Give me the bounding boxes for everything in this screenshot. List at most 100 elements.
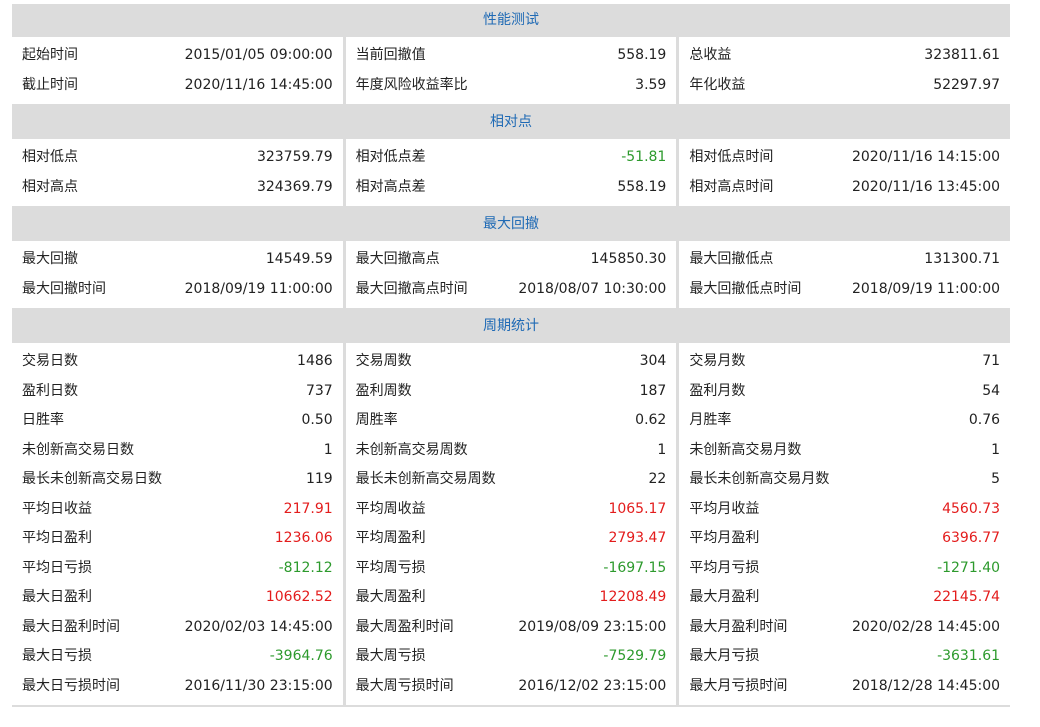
stat-label: 截止时间	[22, 76, 78, 93]
stat-value: 4560.73	[942, 500, 1001, 517]
stat-row: 盈利日数 737	[22, 377, 333, 407]
stat-row: 相对低点差 -51.81	[356, 143, 667, 173]
stat-row: 最大月亏损 -3631.61	[689, 642, 1000, 672]
stat-row: 月胜率 0.76	[689, 406, 1000, 436]
stat-value: 1	[323, 441, 333, 458]
stat-label: 平均日盈利	[22, 530, 92, 546]
stat-label: 年化收益	[689, 76, 746, 93]
stat-label: 最大月亏损	[689, 648, 760, 664]
stat-value: 22	[648, 471, 667, 487]
stat-label: 起始时间	[22, 47, 78, 63]
stat-value: 737	[305, 382, 333, 399]
stat-value: 2020/11/16 14:45:00	[184, 76, 333, 93]
section-body: 相对低点 323759.79 相对高点 324369.79 相对低点差 -51.81 相对高…	[12, 139, 1011, 208]
stat-row: 年化收益 52297.97	[689, 71, 1000, 101]
section-header-max-drawdown: 最大回撤	[12, 208, 1010, 241]
stat-row: 未创新高交易周数 1	[356, 436, 667, 466]
section-body: 交易日数 1486 盈利日数 737 日胜率 0.50 未创新高交易日数 1 最长未创新高交易日…	[12, 343, 1011, 707]
stat-label: 相对低点差	[355, 149, 426, 165]
stat-row: 日胜率 0.50	[22, 406, 333, 436]
stat-value: -812.12	[278, 559, 333, 576]
stat-row: 最大回撤低点 131300.71	[689, 245, 1000, 275]
section-performance: 性能测试 起始时间 2015/01/05 09:00:00 截止时间 2020/11/…	[12, 4, 1011, 106]
stat-row: 平均月亏损 -1271.40	[689, 554, 1000, 584]
stat-value: 3.59	[635, 76, 667, 93]
stat-row: 未创新高交易日数 1	[22, 436, 333, 466]
stat-value: 558.19	[617, 178, 667, 195]
stats-column: 最大回撤高点 145850.30 最大回撤高点时间 2018/08/07 10:30:…	[345, 241, 677, 308]
stat-value: 5	[991, 471, 1001, 487]
stat-value: 10662.52	[265, 589, 333, 605]
stats-column: 交易日数 1486 盈利日数 737 日胜率 0.50 未创新高交易日数 1 最长未创新高交易日…	[12, 343, 343, 705]
stat-label: 相对低点时间	[689, 149, 774, 165]
stat-row: 相对低点时间 2020/11/16 14:15:00	[689, 143, 1000, 173]
stat-row: 最大回撤 14549.59	[22, 245, 333, 275]
stat-value: 1	[657, 441, 667, 458]
stat-value: 2018/09/19 11:00:00	[851, 280, 1001, 297]
stats-column: 起始时间 2015/01/05 09:00:00 截止时间 2020/11/16 14…	[12, 37, 343, 104]
stat-row: 最大日盈利 10662.52	[22, 583, 333, 613]
stats-column: 最大回撤 14549.59 最大回撤时间 2018/09/19 11:00:00	[12, 241, 343, 308]
stat-row: 最大回撤高点 145850.30	[356, 245, 667, 275]
stat-value: 1486	[297, 353, 333, 369]
stat-value: 2018/09/19 11:00:00	[184, 280, 333, 297]
stat-row: 最大周盈利时间 2019/08/09 23:15:00	[356, 613, 667, 643]
stat-row: 盈利月数 54	[689, 377, 1000, 407]
stat-label: 平均日收益	[22, 500, 92, 517]
stat-row: 最大月盈利时间 2020/02/28 14:45:00	[689, 613, 1000, 643]
section-max-drawdown: 最大回撤 最大回撤 14549.59 最大回撤时间 2018/09/19 11:00:…	[12, 208, 1011, 310]
section-header-period-stats: 周期统计	[12, 310, 1010, 343]
stat-label: 最大回撤低点时间	[689, 280, 802, 297]
stat-value: 2020/11/16 14:15:00	[851, 149, 1001, 165]
stat-value: 22145.74	[933, 589, 1001, 605]
stat-value: 2020/02/03 14:45:00	[184, 618, 333, 635]
stat-row: 当前回撤值 558.19	[356, 41, 667, 71]
stat-label: 最大周亏损时间	[355, 677, 454, 694]
stat-label: 最大日亏损	[22, 648, 92, 664]
stat-value: -3964.76	[269, 648, 333, 664]
stat-row: 最大回撤低点时间 2018/09/19 11:00:00	[689, 275, 1000, 305]
stat-row: 最大月盈利 22145.74	[689, 583, 1000, 613]
stat-label: 最长未创新高交易周数	[355, 471, 496, 487]
stat-row: 最大日亏损 -3964.76	[22, 642, 333, 672]
stat-value: 2016/12/02 23:15:00	[518, 677, 667, 694]
stat-label: 最大日亏损时间	[22, 677, 120, 694]
stat-row: 相对高点差 558.19	[356, 173, 667, 203]
stat-label: 平均日亏损	[22, 559, 92, 576]
stat-value: 2019/08/09 23:15:00	[518, 618, 667, 635]
stat-label: 盈利周数	[355, 382, 412, 399]
stat-label: 最大回撤高点	[355, 251, 440, 267]
stat-row: 最大月亏损时间 2018/12/28 14:45:00	[689, 672, 1000, 702]
stat-value: 304	[639, 353, 667, 369]
stat-value: 2020/11/16 13:45:00	[851, 178, 1001, 195]
section-header-performance: 性能测试	[12, 4, 1010, 37]
section-period-stats: 周期统计 交易日数 1486 盈利日数 737 日胜率 0.50 未创新高交易日数 1 最长未创…	[12, 310, 1011, 707]
stat-value: 71	[982, 353, 1001, 369]
stats-column: 相对低点差 -51.81 相对高点差 558.19	[345, 139, 677, 206]
stat-value: 54	[982, 382, 1001, 399]
stat-label: 最大回撤低点	[689, 251, 774, 267]
stats-column: 相对低点 323759.79 相对高点 324369.79	[12, 139, 343, 206]
stat-row: 盈利周数 187	[356, 377, 667, 407]
stat-value: 2015/01/05 09:00:00	[184, 47, 333, 63]
stat-value: 2020/02/28 14:45:00	[851, 618, 1001, 635]
section-body: 起始时间 2015/01/05 09:00:00 截止时间 2020/11/16 14…	[12, 37, 1011, 106]
stat-label: 最大日盈利时间	[22, 618, 120, 635]
stat-row: 平均周亏损 -1697.15	[356, 554, 667, 584]
stat-label: 最大周亏损	[355, 648, 426, 664]
stat-row: 相对高点时间 2020/11/16 13:45:00	[689, 173, 1000, 203]
stat-value: -3631.61	[937, 648, 1001, 664]
stat-value: 0.62	[635, 412, 667, 428]
stat-label: 最大月盈利时间	[689, 618, 788, 635]
stat-value: 119	[305, 471, 333, 487]
stat-value: 14549.59	[265, 251, 333, 267]
stat-label: 周胜率	[355, 412, 398, 428]
stat-label: 最大月亏损时间	[689, 677, 788, 694]
stat-value: 12208.49	[599, 589, 667, 605]
stat-value: 2016/11/30 23:15:00	[184, 677, 333, 694]
stat-row: 交易周数 304	[356, 347, 667, 377]
stat-label: 最长未创新高交易月数	[689, 471, 830, 487]
stat-label: 最大回撤高点时间	[355, 280, 468, 297]
stat-row: 平均日收益 217.91	[22, 495, 333, 525]
stat-value: 1065.17	[608, 500, 667, 517]
